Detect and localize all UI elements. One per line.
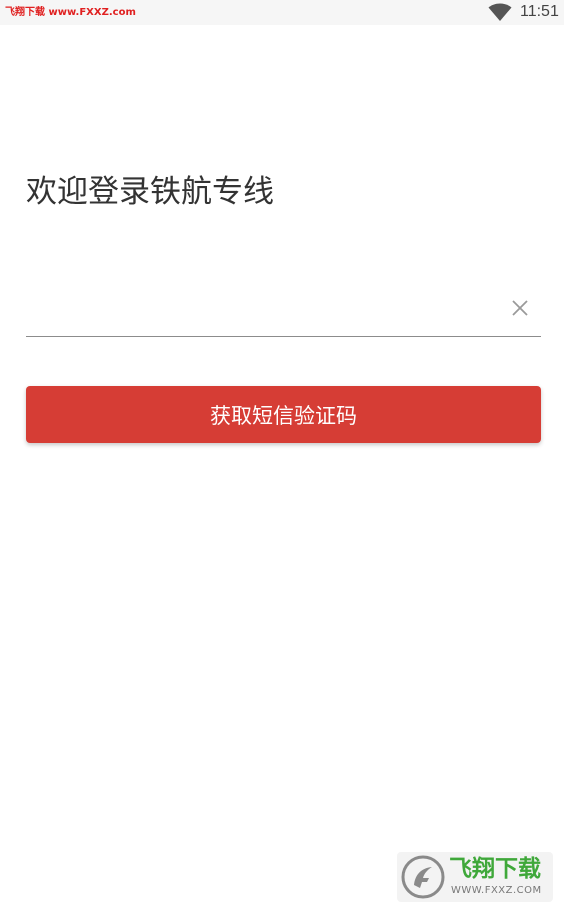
get-sms-code-label: 获取短信验证码 (210, 403, 357, 428)
watermark-text: 飞翔下载 www.FXXZ.com (5, 7, 136, 18)
status-bar: 飞翔下载 www.FXXZ.com 11:51 (0, 0, 564, 25)
close-icon[interactable] (509, 297, 531, 319)
wifi-icon (488, 3, 512, 21)
watermark-url: WWW.FXXZ.COM (451, 885, 542, 896)
brand-logo-icon (401, 855, 445, 899)
page-title: 欢迎登录铁航专线 (26, 174, 274, 210)
status-clock: 11:51 (520, 3, 559, 20)
get-sms-code-button[interactable]: 获取短信验证码 (26, 386, 541, 443)
phone-input[interactable] (26, 288, 496, 328)
watermark-brand: 飞翔下载 (449, 856, 541, 882)
watermark-logo: 飞翔下载 WWW.FXXZ.COM (397, 852, 553, 902)
input-underline (26, 336, 541, 337)
